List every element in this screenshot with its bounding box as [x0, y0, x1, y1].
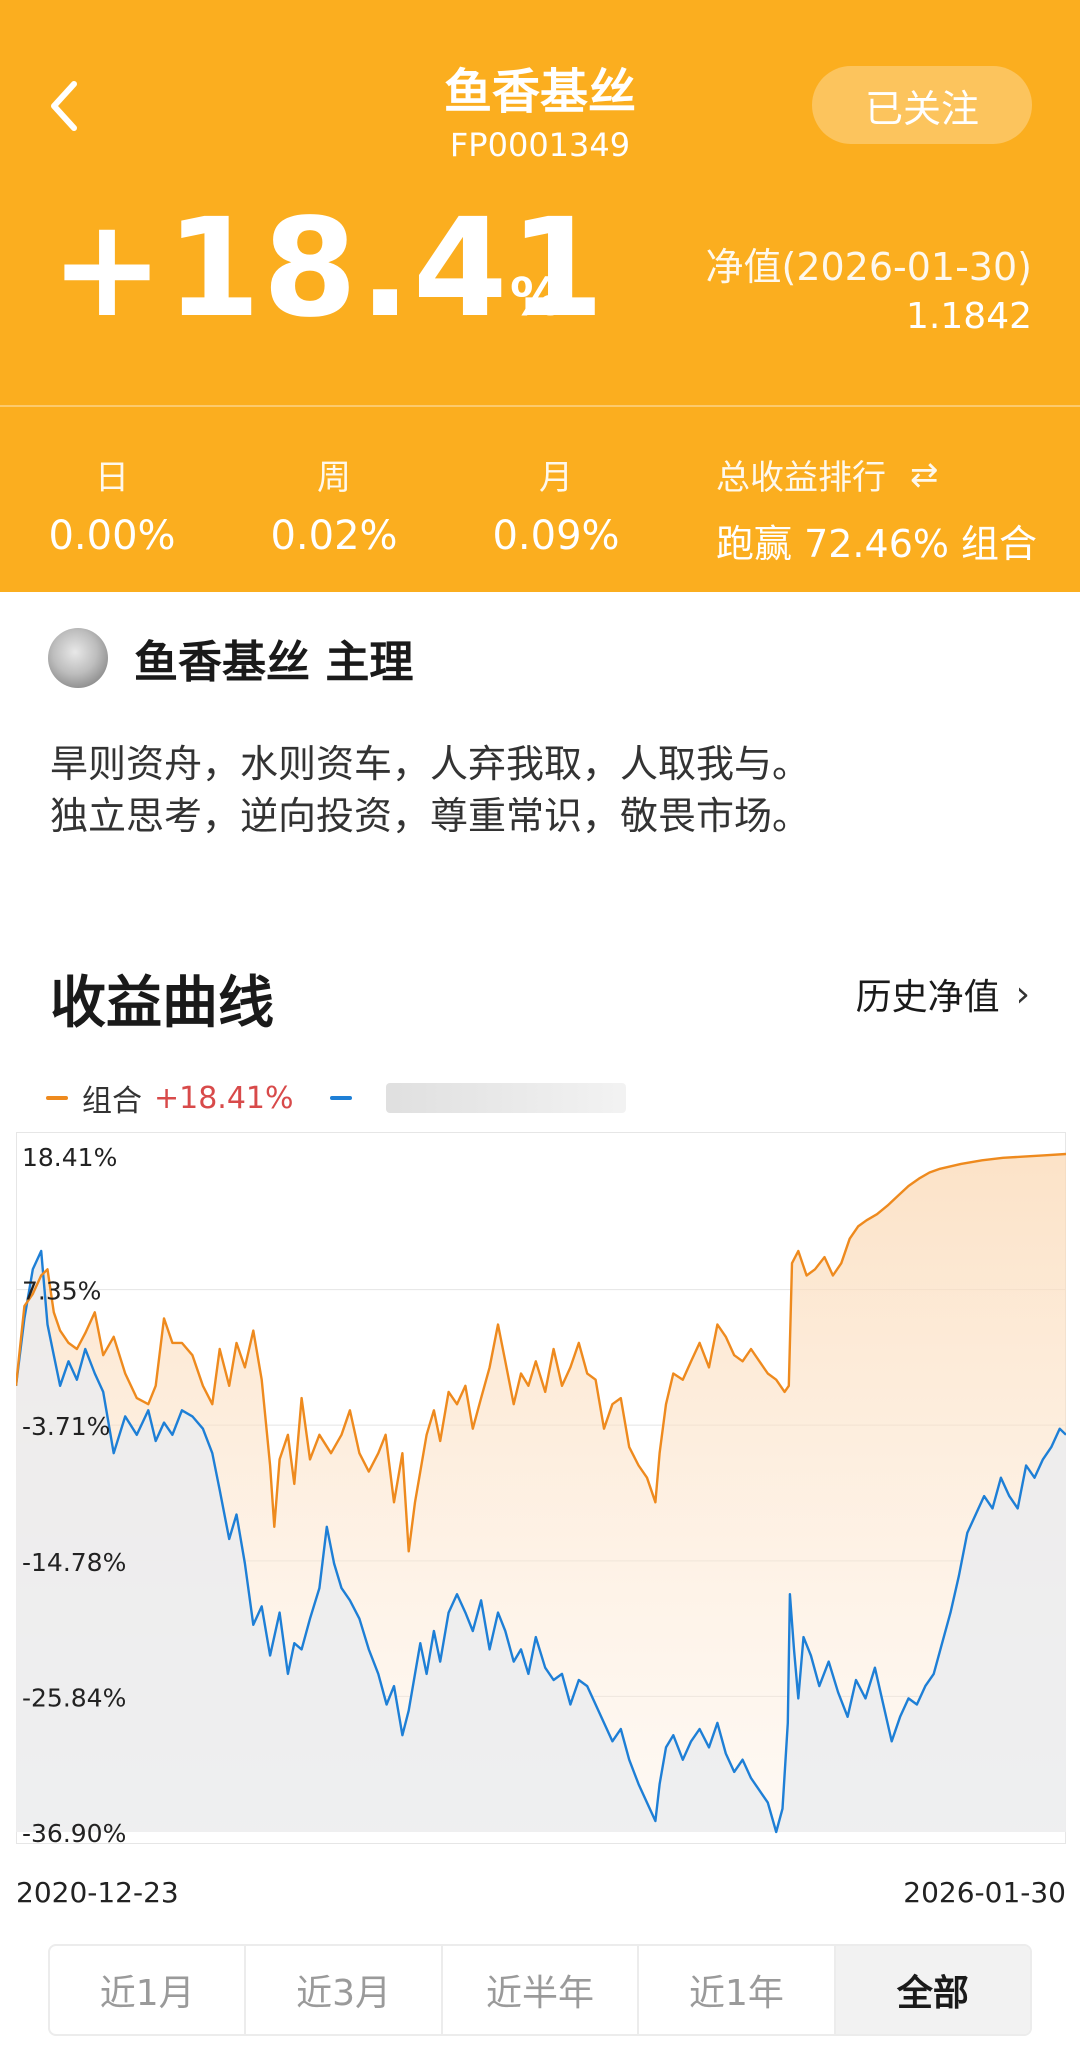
legend-benchmark-redacted	[385, 1083, 626, 1113]
rank-value: 跑赢 72.46% 组合	[716, 522, 1038, 566]
tab-period-3[interactable]: 近1年	[639, 1946, 836, 2034]
y-tick-label: 18.41%	[22, 1143, 117, 1172]
x-axis-start-date: 2020-12-23	[16, 1876, 179, 1909]
legend-portfolio-return: +18.41%	[154, 1080, 294, 1116]
follow-button[interactable]: 已关注	[812, 66, 1032, 144]
history-nav-link[interactable]: 历史净值 ›	[856, 968, 1030, 1020]
section-title: 收益曲线	[50, 971, 274, 1036]
period-tabs: 近1月 近3月 近半年 近1年 全部	[48, 1944, 1032, 2036]
header-panel: 鱼香基丝 FP0001349 已关注 +18.41 % 净值(2026-01-3…	[0, 0, 1080, 592]
rank-block[interactable]: 总收益排行 ⇄ 跑赢 72.46% 组合	[716, 450, 1037, 568]
swap-icon[interactable]: ⇄	[910, 455, 939, 495]
nav-value: 1.1842	[906, 296, 1032, 337]
percent-sign: %	[510, 268, 563, 328]
tab-period-4[interactable]: 全部	[835, 1946, 1030, 2034]
motto-line-1: 旱则资舟，水则资车，人弃我取，人取我与。	[50, 742, 811, 786]
y-tick-label: -3.71%	[22, 1412, 110, 1441]
motto-line-2: 独立思考，逆向投资，尊重常识，敬畏市场。	[50, 794, 811, 838]
x-axis-end-date: 2026-01-30	[903, 1876, 1066, 1909]
stat-month-label: 月	[539, 458, 573, 498]
rank-label: 总收益排行	[716, 458, 886, 498]
stat-week-value: 0.02%	[270, 513, 398, 559]
stat-month: 月 0.09%	[456, 450, 656, 559]
return-chart[interactable]: 18.41% 7.35% -3.71% -14.78% -25.84% -36.90%	[16, 1132, 1066, 1844]
y-tick-label: -14.78%	[22, 1548, 126, 1577]
legend-portfolio-swatch	[46, 1096, 68, 1100]
stat-day-label: 日	[95, 458, 129, 498]
chart-legend: 组合 +18.41%	[46, 1076, 626, 1120]
tab-period-0[interactable]: 近1月	[50, 1946, 247, 2034]
nav-label: 净值(2026-01-30)	[705, 245, 1033, 289]
stat-week-label: 周	[317, 458, 351, 498]
legend-portfolio-name: 组合	[82, 1084, 142, 1119]
legend-benchmark-swatch	[329, 1096, 352, 1100]
avatar[interactable]	[48, 628, 108, 688]
history-label: 历史净值	[855, 977, 1000, 1018]
stat-day-value: 0.00%	[48, 513, 176, 559]
stat-week: 周 0.02%	[234, 450, 434, 559]
y-tick-label: -36.90%	[22, 1819, 126, 1844]
stat-month-value: 0.09%	[492, 513, 620, 559]
tab-period-1[interactable]: 近3月	[246, 1946, 443, 2034]
chevron-right-icon: ›	[1015, 973, 1030, 1015]
y-tick-label: 7.35%	[22, 1277, 101, 1306]
stat-day: 日 0.00%	[12, 450, 212, 559]
y-tick-label: -25.84%	[22, 1683, 126, 1712]
header-divider	[0, 405, 1080, 407]
manager-name: 鱼香基丝 主理	[134, 637, 414, 688]
manager-motto: 旱则资舟，水则资车，人弃我取，人取我与。 独立思考，逆向投资，尊重常识，敬畏市场…	[50, 738, 810, 842]
tab-period-2[interactable]: 近半年	[443, 1946, 640, 2034]
